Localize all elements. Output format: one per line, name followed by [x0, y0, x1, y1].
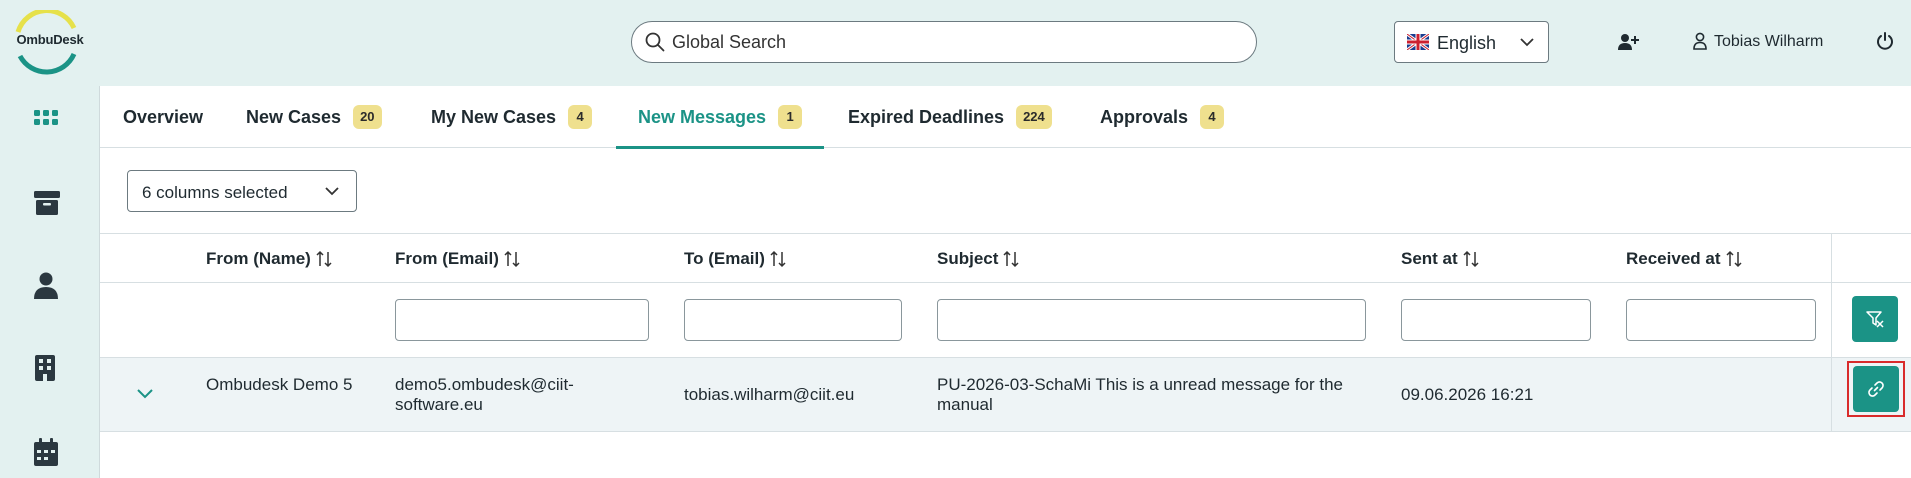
building-icon[interactable]	[33, 354, 57, 382]
column-selector-label: 6 columns selected	[142, 183, 288, 202]
action-column-divider	[1831, 233, 1832, 432]
count-badge: 4	[1200, 105, 1225, 129]
filter-sent-at-input[interactable]	[1401, 299, 1591, 341]
column-header-label: Subject	[937, 249, 999, 268]
cell-sent-at: 09.06.2026 16:21	[1401, 385, 1534, 404]
column-header-label: From (Email)	[395, 249, 499, 268]
column-header-from-email[interactable]: From (Email)	[395, 249, 520, 269]
search-icon	[645, 32, 665, 52]
tab-label: Expired Deadlines	[848, 106, 1005, 127]
language-select[interactable]: English	[1394, 21, 1549, 63]
expand-row-icon[interactable]	[136, 388, 154, 400]
cell-from-email: demo5.ombudesk@ciit-software.eu	[395, 375, 574, 414]
column-header-subject[interactable]: Subject	[937, 249, 1019, 269]
chevron-down-icon	[325, 187, 339, 196]
column-header-label: Received at	[1626, 249, 1721, 268]
tab-label: New Messages	[638, 106, 767, 127]
filter-subject-input[interactable]	[937, 299, 1366, 341]
person-icon[interactable]	[33, 272, 59, 300]
sort-icon	[316, 250, 332, 268]
sort-icon	[1463, 250, 1479, 268]
add-user-icon[interactable]	[1617, 32, 1639, 52]
search-input[interactable]	[672, 24, 1242, 60]
top-header: OmbuDesk English	[0, 0, 1911, 86]
link-icon	[1868, 381, 1884, 397]
tab-bar: Overview New Cases 20 My New Cases 4 New…	[100, 86, 1911, 149]
logo-text: OmbuDesk	[16, 32, 84, 47]
archive-icon[interactable]	[33, 190, 61, 216]
global-search[interactable]	[631, 21, 1257, 63]
language-label: English	[1437, 33, 1497, 53]
filter-to-email-input[interactable]	[684, 299, 902, 341]
tab-label: Approvals	[1100, 106, 1189, 127]
chevron-down-icon	[1520, 38, 1534, 47]
tab-expired-deadlines[interactable]: Expired Deadlines 224	[848, 86, 1052, 148]
tab-new-messages[interactable]: New Messages 1	[615, 86, 825, 149]
user-icon[interactable]	[1692, 32, 1708, 50]
column-header-label: To (Email)	[684, 249, 765, 268]
tab-new-cases[interactable]: New Cases 20	[246, 86, 382, 148]
sidebar	[0, 86, 100, 478]
tab-label: New Cases	[246, 106, 342, 127]
sort-icon	[1003, 250, 1019, 268]
ombudesk-logo[interactable]: OmbuDesk	[4, 10, 94, 76]
sort-icon	[1725, 250, 1742, 268]
count-badge: 4	[568, 105, 593, 129]
column-header-sent-at[interactable]: Sent at	[1401, 249, 1479, 269]
calendar-icon[interactable]	[33, 438, 59, 466]
tab-label: My New Cases	[431, 106, 557, 127]
sort-icon	[770, 250, 786, 268]
filter-received-at-input[interactable]	[1626, 299, 1816, 341]
cell-from-name: Ombudesk Demo 5	[206, 375, 353, 394]
tab-label: Overview	[123, 106, 204, 127]
table-header-row: From (Name) From (Email) To (Email) Subj…	[100, 233, 1911, 283]
tab-overview[interactable]: Overview	[123, 86, 203, 148]
uk-flag-icon	[1407, 34, 1429, 50]
clear-filter-button[interactable]	[1852, 296, 1898, 342]
sort-icon	[504, 250, 520, 268]
filter-row	[100, 283, 1911, 358]
column-header-received-at[interactable]: Received at	[1626, 249, 1742, 269]
table-row[interactable]: Ombudesk Demo 5 demo5.ombudesk@ciit-soft…	[100, 358, 1911, 432]
count-badge: 1	[778, 105, 803, 129]
count-badge: 20	[353, 105, 382, 129]
filter-from-email-input[interactable]	[395, 299, 649, 341]
tab-my-new-cases[interactable]: My New Cases 4	[431, 86, 593, 148]
cell-subject: PU-2026-03-SchaMi This is a unread messa…	[937, 375, 1343, 414]
column-header-to-email[interactable]: To (Email)	[684, 249, 786, 269]
column-selector[interactable]: 6 columns selected	[127, 170, 357, 212]
open-message-button[interactable]	[1853, 366, 1899, 412]
dashboard-icon[interactable]	[33, 108, 59, 128]
power-icon[interactable]	[1876, 32, 1894, 50]
user-name[interactable]: Tobias Wilharm	[1714, 33, 1823, 51]
column-header-label: From (Name)	[206, 249, 311, 268]
count-badge: 224	[1016, 105, 1052, 129]
filter-clear-icon	[1866, 311, 1884, 328]
column-header-label: Sent at	[1401, 249, 1458, 268]
column-header-from-name[interactable]: From (Name)	[206, 249, 332, 269]
tab-approvals[interactable]: Approvals 4	[1100, 86, 1225, 148]
cell-to-email: tobias.wilharm@ciit.eu	[684, 385, 855, 404]
